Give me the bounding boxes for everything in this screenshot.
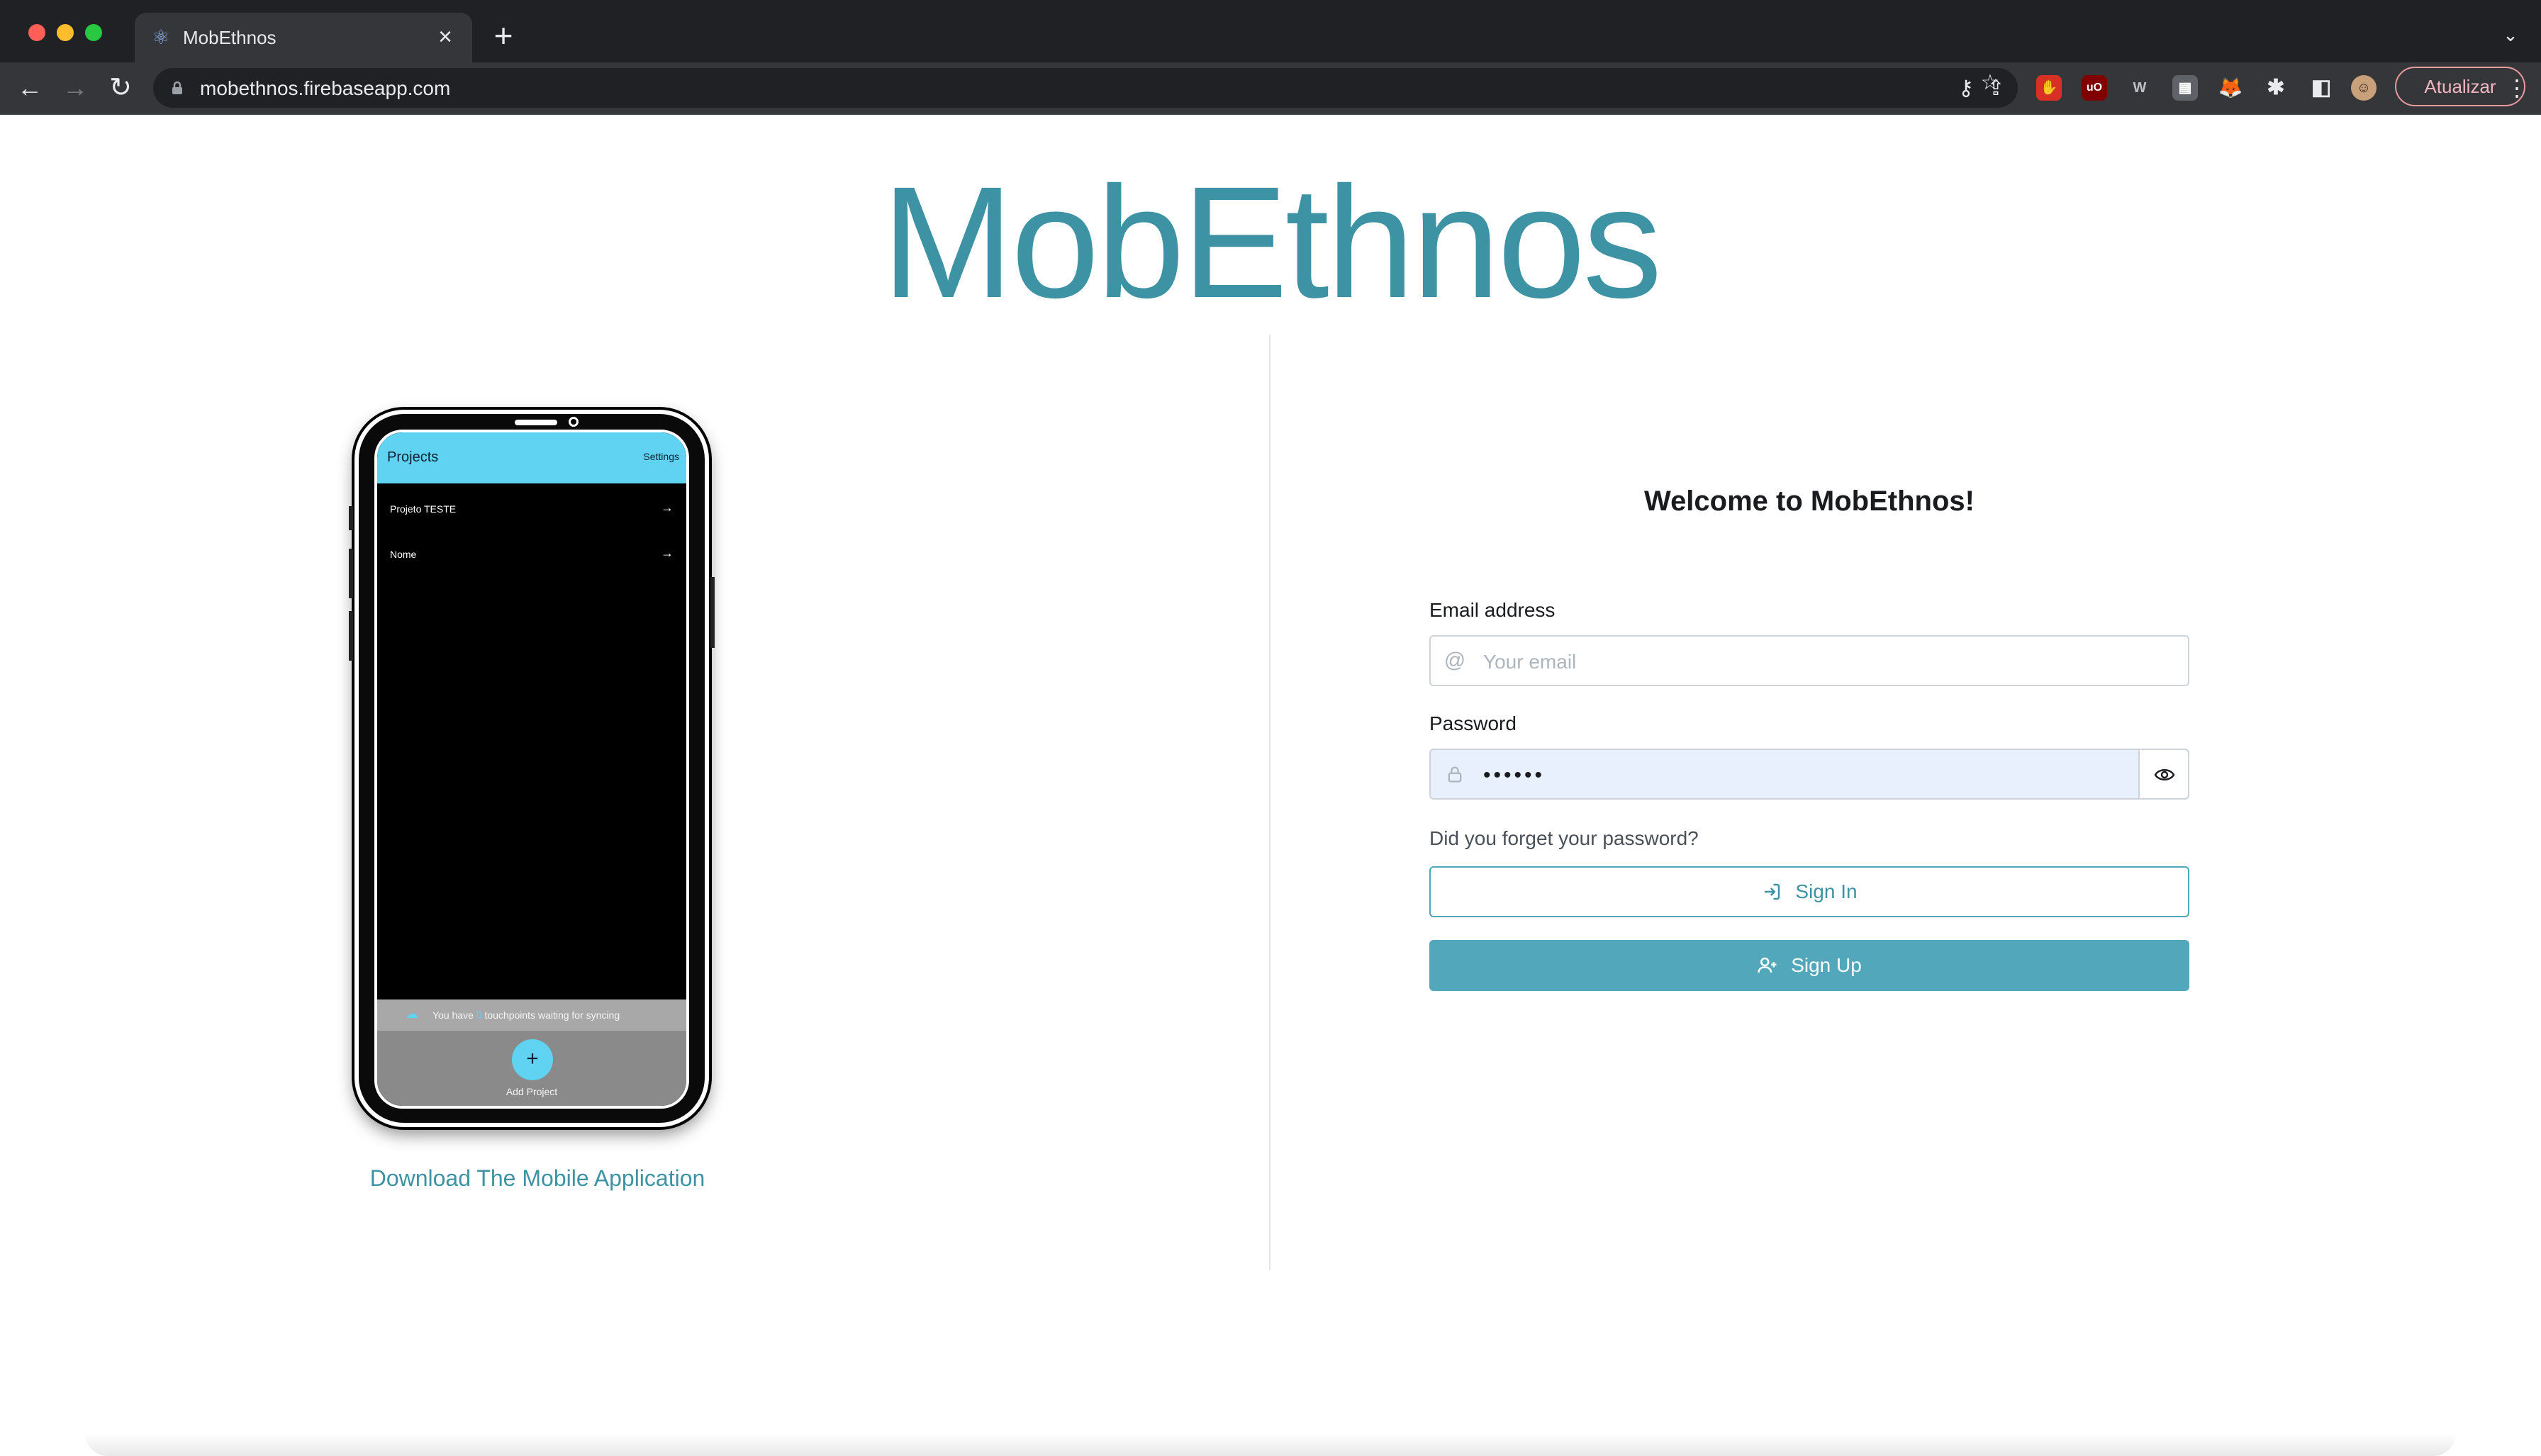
- app-bottom-area: + Add Project: [377, 1031, 686, 1106]
- sign-in-label: Sign In: [1795, 880, 1858, 902]
- url-text: mobethnos.firebaseapp.com: [200, 77, 451, 99]
- sync-count: 0: [476, 1009, 482, 1021]
- page-content: MobEthnos Projects Settings Projeto TEST…: [0, 115, 2541, 1456]
- sync-status-text: You have 0 touchpoints waiting for synci…: [432, 1009, 620, 1021]
- tab-title: MobEthnos: [183, 27, 277, 48]
- phone-camera: [569, 417, 579, 427]
- browser-toolbar: ← → ↻ mobethnos.firebaseapp.com ⚷ ⇪ ☆ ✋ …: [0, 62, 2541, 113]
- forgot-password-link[interactable]: Did you forget your password?: [1429, 827, 1699, 851]
- password-field[interactable]: ••••••: [1429, 749, 2189, 800]
- extensions-puzzle-icon[interactable]: ✱: [2263, 75, 2289, 101]
- welcome-heading: Welcome to MobEthnos!: [1644, 486, 1975, 517]
- app-header-title: Projects: [387, 449, 439, 465]
- at-icon: @: [1443, 649, 1466, 672]
- arrow-right-icon: →: [661, 500, 674, 515]
- sign-up-label: Sign Up: [1791, 954, 1862, 976]
- side-panel-icon[interactable]: ◧: [2308, 75, 2334, 101]
- brand-logo: MobEthnos: [881, 154, 1662, 331]
- eye-icon: [2154, 769, 2175, 780]
- browser-tab[interactable]: ⚛ MobEthnos ×: [135, 13, 472, 62]
- close-window-button[interactable]: [28, 24, 45, 41]
- reload-button[interactable]: ↻: [105, 72, 136, 103]
- phone-speaker: [515, 420, 557, 425]
- browser-menu-icon[interactable]: ⋮: [2503, 72, 2531, 103]
- sign-up-button[interactable]: Sign Up: [1429, 940, 2189, 991]
- extension-grid-icon[interactable]: ▦: [2172, 75, 2198, 101]
- sync-text-before: You have: [432, 1009, 474, 1021]
- phone-screen: Projects Settings Projeto TESTE → Nome →…: [374, 430, 689, 1109]
- email-field[interactable]: @ Your email: [1429, 635, 2189, 686]
- phone-volume-up: [349, 549, 353, 598]
- sync-status-bar: ☁ You have 0 touchpoints waiting for syn…: [377, 999, 686, 1031]
- sync-text-after: touchpoints waiting for syncing: [484, 1009, 620, 1021]
- browser-chrome: ⚛ MobEthnos × + ⌄ ← → ↻ mobethnos.fireba…: [0, 0, 2541, 115]
- add-project-button: +: [512, 1039, 553, 1080]
- phone-mockup: Projects Settings Projeto TESTE → Nome →…: [349, 407, 715, 1130]
- user-plus-icon: [1758, 957, 1777, 973]
- phone-volume-down: [349, 611, 353, 661]
- lock-icon: [1448, 766, 1462, 783]
- phone-power-button: [710, 577, 715, 648]
- arrow-right-icon: →: [661, 546, 674, 560]
- toggle-password-visibility[interactable]: [2138, 750, 2188, 798]
- email-label: Email address: [1429, 599, 1556, 621]
- login-icon: [1765, 883, 1780, 900]
- forward-button[interactable]: →: [60, 72, 91, 103]
- new-tab-button[interactable]: +: [486, 18, 520, 52]
- star-icon[interactable]: ☆: [1978, 71, 2002, 95]
- project-row: Nome →: [377, 534, 686, 577]
- email-placeholder: Your email: [1483, 651, 1577, 673]
- download-app-link[interactable]: Download The Mobile Application: [354, 1164, 720, 1192]
- react-favicon-icon: ⚛: [152, 26, 170, 48]
- sign-in-button[interactable]: Sign In: [1429, 866, 2189, 917]
- extension-metamask-icon[interactable]: 🦊: [2218, 75, 2243, 101]
- project-row: Projeto TESTE →: [377, 489, 686, 532]
- password-label: Password: [1429, 712, 1517, 734]
- address-bar[interactable]: mobethnos.firebaseapp.com ⚷ ⇪: [153, 68, 2018, 108]
- tab-close-icon[interactable]: ×: [431, 23, 459, 51]
- vertical-divider: [1269, 335, 1270, 1270]
- app-settings-link: Settings: [643, 451, 679, 462]
- page-bottom-shadow: [85, 1433, 2456, 1456]
- cloud-icon: ☁: [406, 1007, 418, 1021]
- extension-adblock-icon[interactable]: ✋: [2036, 75, 2062, 101]
- lock-icon: [172, 81, 182, 94]
- back-button[interactable]: ←: [14, 72, 45, 103]
- maximize-window-button[interactable]: [85, 24, 102, 41]
- project-name: Nome: [390, 549, 417, 560]
- extension-w-icon[interactable]: W: [2127, 75, 2152, 101]
- extension-ublock-icon[interactable]: uO: [2082, 75, 2107, 101]
- add-project-label: Add Project: [506, 1086, 558, 1097]
- minimize-window-button[interactable]: [57, 24, 74, 41]
- key-icon[interactable]: ⚷: [1954, 77, 1978, 101]
- password-value: ••••••: [1483, 763, 1546, 787]
- tab-search-chevron-icon[interactable]: ⌄: [2498, 23, 2523, 47]
- app-header: Projects Settings: [377, 432, 686, 483]
- phone-side-button: [349, 506, 353, 530]
- project-name: Projeto TESTE: [390, 503, 457, 515]
- profile-avatar[interactable]: ☺: [2351, 75, 2377, 101]
